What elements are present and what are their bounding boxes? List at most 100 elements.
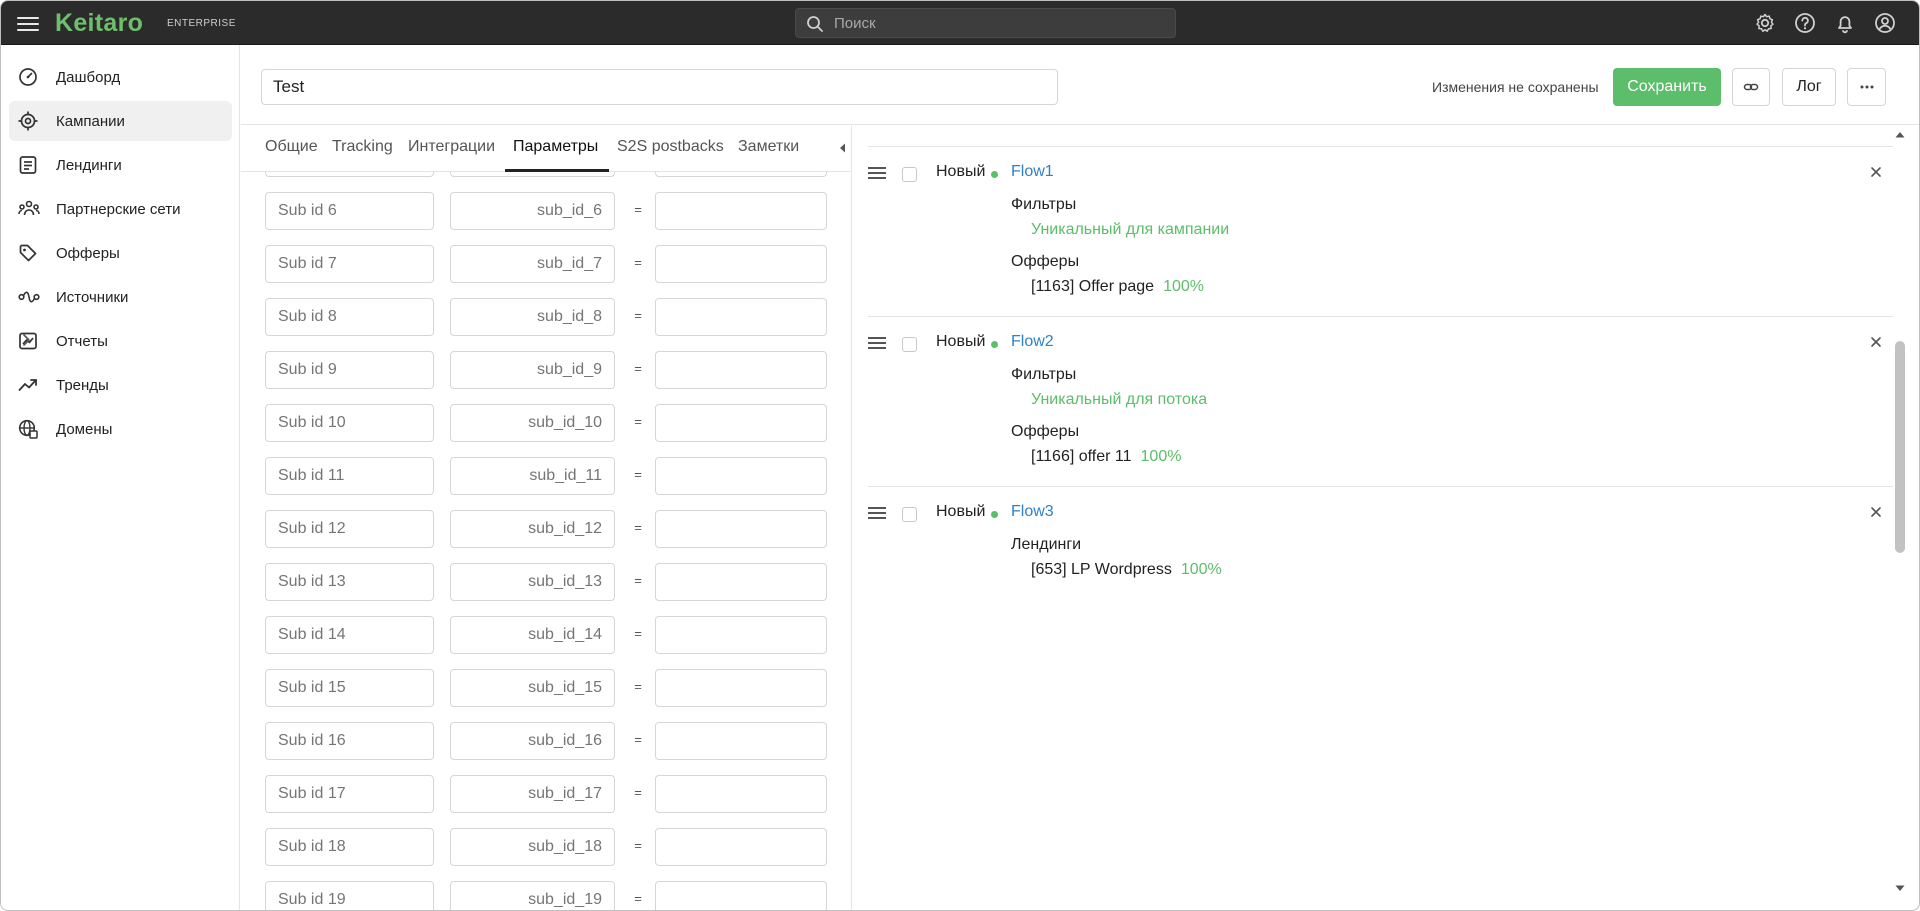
- app-window: Keitaro ENTERPRISE Дашборд Кампании Ленд…: [0, 0, 1920, 911]
- param-key-input[interactable]: [450, 404, 615, 442]
- gear-icon[interactable]: [1754, 12, 1776, 34]
- tab-tracking[interactable]: Tracking: [332, 138, 393, 156]
- param-name-input[interactable]: [265, 828, 434, 866]
- param-name-input[interactable]: [265, 616, 434, 654]
- unsaved-status: Изменения не сохранены: [1432, 79, 1599, 95]
- tab-notes[interactable]: Заметки: [738, 138, 799, 156]
- bell-icon[interactable]: [1834, 12, 1856, 34]
- param-value-input[interactable]: [655, 351, 827, 389]
- sidebar-item-sources[interactable]: Источники: [9, 277, 232, 317]
- param-key-input[interactable]: [450, 457, 615, 495]
- scroll-up-icon[interactable]: [1894, 130, 1906, 140]
- param-value-input[interactable]: [655, 722, 827, 760]
- sidebar-item-networks[interactable]: Партнерские сети: [9, 189, 232, 229]
- param-value-input[interactable]: [655, 510, 827, 548]
- param-value-input[interactable]: [655, 828, 827, 866]
- sidebar-item-dashboard[interactable]: Дашборд: [9, 57, 232, 97]
- flow-section-title: Офферы: [1011, 423, 1080, 440]
- close-icon[interactable]: [1868, 504, 1884, 520]
- param-equals: =: [634, 838, 642, 853]
- param-key-input[interactable]: [450, 722, 615, 760]
- sidebar-item-label: Домены: [56, 421, 113, 438]
- menu-icon[interactable]: [17, 13, 39, 33]
- user-icon[interactable]: [1874, 12, 1896, 34]
- param-name-input[interactable]: [265, 351, 434, 389]
- tab-general[interactable]: Общие: [265, 138, 318, 156]
- flow-checkbox[interactable]: [902, 167, 917, 182]
- param-key-input[interactable]: [450, 775, 615, 813]
- param-key-input[interactable]: [450, 563, 615, 601]
- param-key-input[interactable]: [450, 510, 615, 548]
- log-button[interactable]: Лог: [1782, 68, 1836, 106]
- help-icon[interactable]: [1794, 12, 1816, 34]
- tab-integrations[interactable]: Интеграции: [408, 138, 495, 156]
- sidebar-item-landings[interactable]: Лендинги: [9, 145, 232, 185]
- flow-name-link[interactable]: Flow1: [1011, 163, 1054, 181]
- sidebar-item-reports[interactable]: Отчеты: [9, 321, 232, 361]
- sidebar-item-campaigns[interactable]: Кампании: [9, 101, 232, 141]
- param-name-input[interactable]: [265, 881, 434, 910]
- flows-scroll-thumb[interactable]: [1895, 341, 1905, 553]
- tabs-scroll-left-icon[interactable]: [838, 142, 848, 154]
- param-name-input[interactable]: [265, 457, 434, 495]
- param-value-input[interactable]: [655, 669, 827, 707]
- close-icon[interactable]: [1868, 164, 1884, 180]
- param-key-input[interactable]: [450, 192, 615, 230]
- flow-state: Новый: [936, 333, 986, 350]
- param-equals: =: [634, 255, 642, 270]
- flow-name-link[interactable]: Flow2: [1011, 333, 1054, 351]
- param-name-input[interactable]: [265, 722, 434, 760]
- param-key-input[interactable]: [450, 298, 615, 336]
- param-value-input[interactable]: [655, 404, 827, 442]
- tab-parameters[interactable]: Параметры: [513, 138, 598, 156]
- param-name-input[interactable]: [265, 669, 434, 707]
- drag-handle-icon[interactable]: [868, 507, 886, 521]
- flow-checkbox[interactable]: [902, 507, 917, 522]
- param-value-input[interactable]: [655, 457, 827, 495]
- flow-name-link[interactable]: Flow3: [1011, 503, 1054, 521]
- campaign-name-input[interactable]: [261, 69, 1058, 105]
- param-name-input[interactable]: [265, 563, 434, 601]
- param-key-input[interactable]: [450, 245, 615, 283]
- param-key-input[interactable]: [450, 669, 615, 707]
- drag-handle-icon[interactable]: [868, 167, 886, 181]
- param-value-input[interactable]: [655, 298, 827, 336]
- save-button[interactable]: Сохранить: [1613, 68, 1721, 106]
- flow-item[interactable]: Новый Flow3 Лендинги [653] LP Wordpress 100%: [868, 486, 1893, 656]
- more-icon: [1860, 85, 1873, 89]
- param-key-input[interactable]: [450, 881, 615, 910]
- link-button[interactable]: [1732, 68, 1770, 106]
- param-name-input[interactable]: [265, 404, 434, 442]
- param-value-input[interactable]: [655, 775, 827, 813]
- param-key-input[interactable]: [450, 616, 615, 654]
- sidebar-item-offers[interactable]: Офферы: [9, 233, 232, 273]
- search-box[interactable]: [795, 8, 1176, 38]
- flow-item[interactable]: Новый Flow2 Фильтры Уникальный для потока Оф…: [868, 316, 1893, 486]
- sidebar-item-label: Источники: [56, 289, 129, 306]
- more-button[interactable]: [1847, 68, 1886, 106]
- param-key-input[interactable]: [450, 351, 615, 389]
- param-value-input[interactable]: [655, 245, 827, 283]
- close-icon[interactable]: [1868, 334, 1884, 350]
- param-value-input[interactable]: [655, 881, 827, 910]
- flow-checkbox[interactable]: [902, 337, 917, 352]
- param-value-input[interactable]: [655, 192, 827, 230]
- filter-name: Уникальный для потока: [1031, 391, 1208, 408]
- sidebar-item-domains[interactable]: Домены: [9, 409, 232, 449]
- param-row: =: [241, 404, 851, 444]
- param-name-input[interactable]: [265, 298, 434, 336]
- param-value-input[interactable]: [655, 616, 827, 654]
- param-value-input[interactable]: [655, 563, 827, 601]
- search-input[interactable]: [834, 9, 1164, 37]
- flow-item[interactable]: Новый Flow1 Фильтры Уникальный для кампании…: [868, 146, 1893, 316]
- param-name-input[interactable]: [265, 245, 434, 283]
- scroll-down-icon[interactable]: [1894, 883, 1906, 893]
- param-name-input[interactable]: [265, 192, 434, 230]
- tab-s2s-postbacks[interactable]: S2S postbacks: [617, 138, 724, 156]
- param-name-input[interactable]: [265, 510, 434, 548]
- sidebar-item-trends[interactable]: Тренды: [9, 365, 232, 405]
- drag-handle-icon[interactable]: [868, 337, 886, 351]
- param-name-input[interactable]: [265, 775, 434, 813]
- filter-name: Уникальный для кампании: [1031, 221, 1230, 238]
- param-key-input[interactable]: [450, 828, 615, 866]
